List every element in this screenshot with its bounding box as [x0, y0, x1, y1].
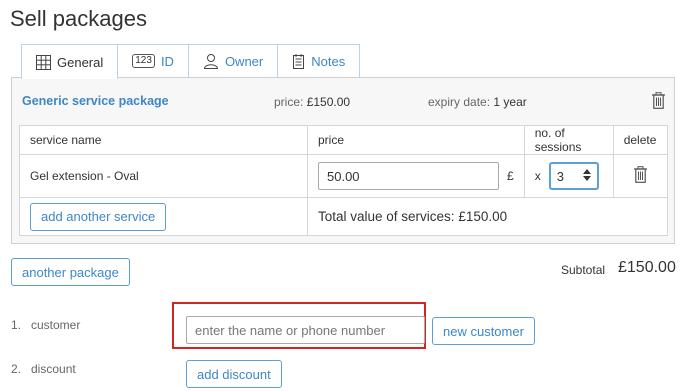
- tab-owner-label: Owner: [224, 53, 264, 69]
- grid-icon: [36, 54, 51, 70]
- package-panel: Generic service package price: £150.00 e…: [11, 77, 675, 244]
- delete-package-icon[interactable]: [652, 92, 665, 112]
- tab-general[interactable]: General: [21, 44, 119, 79]
- sessions-stepper[interactable]: 3: [548, 162, 599, 190]
- col-price: price: [307, 125, 525, 155]
- price-cell: £: [307, 154, 525, 198]
- another-package-button[interactable]: another package: [11, 258, 130, 286]
- table-footer-row: add another service Total value of servi…: [19, 197, 668, 236]
- package-price-label: price:: [274, 95, 304, 109]
- stepper-arrows-icon[interactable]: [582, 168, 591, 184]
- step-label-customer: customer: [31, 318, 81, 332]
- table-row: Gel extension - Oval £ x 3: [19, 154, 669, 198]
- customer-search-input[interactable]: [186, 316, 425, 344]
- subtotal-value: £150.00: [618, 259, 676, 276]
- tab-id-label: ID: [160, 53, 174, 69]
- services-table: service name price no. of sessions delet…: [19, 125, 669, 236]
- user-icon: [203, 53, 219, 69]
- col-delete: delete: [612, 125, 669, 155]
- package-expiry-label: expiry date:: [428, 95, 491, 109]
- new-customer-button[interactable]: new customer: [432, 317, 535, 345]
- package-expiry: expiry date: 1 year: [428, 95, 527, 109]
- add-service-cell: add another service: [19, 197, 308, 236]
- col-sessions: no. of sessions: [523, 125, 614, 155]
- step-number-discount: 2.: [11, 362, 22, 376]
- notes-icon: [292, 53, 305, 69]
- tab-owner[interactable]: Owner: [187, 44, 279, 77]
- add-service-button[interactable]: add another service: [30, 202, 167, 231]
- total-services-value: Total value of services: £150.00: [307, 197, 668, 236]
- page-title: Sell packages: [10, 6, 147, 31]
- package-name[interactable]: Generic service package: [22, 94, 169, 108]
- package-expiry-value: 1 year: [493, 95, 527, 109]
- step-number-customer: 1.: [11, 318, 22, 332]
- table-header-row: service name price no. of sessions delet…: [19, 125, 669, 155]
- sessions-value: 3: [556, 168, 564, 184]
- times-symbol: x: [534, 169, 541, 183]
- step-label-discount: discount: [31, 362, 76, 376]
- sessions-cell: x 3: [523, 154, 614, 198]
- tab-id[interactable]: 123 ID: [117, 44, 189, 77]
- service-name-cell: Gel extension - Oval: [19, 154, 308, 198]
- subtotal-label: Subtotal: [561, 263, 606, 277]
- delete-cell: [612, 154, 669, 198]
- col-service-name: service name: [19, 125, 308, 155]
- package-price: price: £150.00: [274, 95, 350, 109]
- tab-general-label: General: [57, 54, 104, 70]
- price-input[interactable]: [318, 162, 499, 190]
- currency-symbol: £: [507, 169, 514, 183]
- tab-notes-label: Notes: [311, 53, 346, 69]
- package-price-value: £150.00: [306, 95, 351, 109]
- add-discount-button[interactable]: add discount: [186, 360, 282, 388]
- delete-service-icon[interactable]: [633, 166, 647, 186]
- tab-notes[interactable]: Notes: [277, 44, 361, 77]
- id-card-icon: 123: [132, 54, 155, 68]
- tab-bar: General 123 ID Owner Notes: [21, 44, 361, 79]
